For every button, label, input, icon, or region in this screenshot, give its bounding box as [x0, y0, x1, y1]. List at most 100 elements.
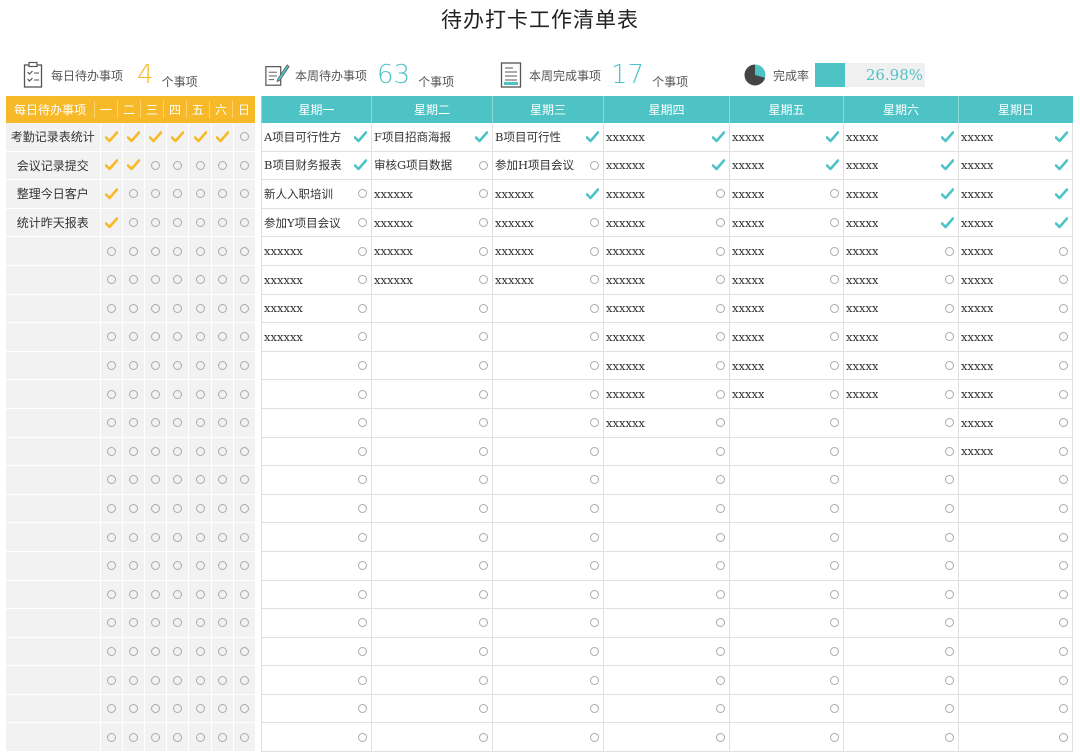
weekly-check-empty-icon[interactable]	[590, 446, 599, 456]
daily-check-empty-icon[interactable]	[232, 694, 256, 723]
weekly-task-cell[interactable]: xxxxx	[843, 151, 958, 180]
daily-check-empty-icon[interactable]	[232, 408, 256, 437]
weekly-task-cell[interactable]: xxxxx	[843, 208, 958, 237]
weekly-check-empty-icon[interactable]	[945, 589, 954, 599]
weekly-check-empty-icon[interactable]	[1059, 332, 1068, 342]
weekly-check-empty-icon[interactable]	[716, 504, 725, 514]
daily-check-empty-icon[interactable]	[188, 208, 211, 237]
weekly-task-cell[interactable]: xxxxxx	[371, 237, 492, 265]
daily-check-empty-icon[interactable]	[121, 723, 144, 752]
daily-check-empty-icon[interactable]	[166, 494, 189, 523]
weekly-check-empty-icon[interactable]	[590, 561, 599, 571]
weekly-task-cell[interactable]	[729, 580, 843, 609]
weekly-task-cell[interactable]: xxxxxx	[261, 323, 371, 351]
weekly-check-empty-icon[interactable]	[358, 246, 367, 256]
weekly-task-cell[interactable]	[371, 380, 492, 408]
daily-check-empty-icon[interactable]	[210, 151, 233, 180]
weekly-check-empty-icon[interactable]	[358, 332, 367, 342]
daily-check-empty-icon[interactable]	[99, 637, 122, 666]
daily-check-done-icon[interactable]	[99, 123, 122, 151]
daily-check-empty-icon[interactable]	[99, 237, 122, 265]
weekly-check-empty-icon[interactable]	[945, 446, 954, 456]
weekly-check-empty-icon[interactable]	[590, 504, 599, 514]
daily-check-empty-icon[interactable]	[99, 351, 122, 380]
weekly-task-cell[interactable]: xxxxxx	[603, 237, 729, 265]
daily-check-empty-icon[interactable]	[143, 466, 167, 494]
weekly-check-empty-icon[interactable]	[358, 446, 367, 456]
daily-check-empty-icon[interactable]	[166, 637, 189, 666]
weekly-task-cell[interactable]	[958, 637, 1073, 666]
daily-check-empty-icon[interactable]	[121, 580, 144, 609]
weekly-task-cell[interactable]	[958, 580, 1073, 609]
weekly-task-cell[interactable]: 审核G项目数据	[371, 151, 492, 180]
weekly-check-empty-icon[interactable]	[479, 704, 488, 714]
weekly-task-cell[interactable]: xxxxx	[843, 380, 958, 408]
weekly-check-done-icon[interactable]	[941, 159, 954, 171]
weekly-task-cell[interactable]: xxxxxx	[492, 208, 603, 237]
weekly-task-cell[interactable]: xxxxxx	[603, 351, 729, 380]
daily-check-empty-icon[interactable]	[121, 323, 144, 351]
weekly-check-empty-icon[interactable]	[358, 704, 367, 714]
weekly-task-cell[interactable]	[492, 666, 603, 694]
daily-check-empty-icon[interactable]	[232, 523, 256, 551]
weekly-check-empty-icon[interactable]	[590, 589, 599, 599]
daily-check-done-icon[interactable]	[99, 180, 122, 208]
weekly-task-cell[interactable]	[729, 694, 843, 723]
daily-check-empty-icon[interactable]	[143, 180, 167, 208]
weekly-check-empty-icon[interactable]	[830, 275, 839, 285]
daily-task-label[interactable]	[6, 580, 100, 609]
weekly-check-empty-icon[interactable]	[945, 418, 954, 428]
weekly-check-empty-icon[interactable]	[1059, 704, 1068, 714]
daily-check-empty-icon[interactable]	[232, 380, 256, 408]
weekly-task-cell[interactable]	[843, 580, 958, 609]
weekly-check-empty-icon[interactable]	[358, 275, 367, 285]
weekly-check-empty-icon[interactable]	[716, 361, 725, 371]
weekly-task-cell[interactable]	[371, 494, 492, 523]
weekly-task-cell[interactable]: xxxxxx	[603, 123, 729, 151]
weekly-check-empty-icon[interactable]	[590, 704, 599, 714]
weekly-check-empty-icon[interactable]	[716, 618, 725, 628]
weekly-task-cell[interactable]: xxxxx	[958, 151, 1073, 180]
daily-check-empty-icon[interactable]	[143, 437, 167, 466]
weekly-task-cell[interactable]: xxxxxx	[371, 265, 492, 294]
weekly-task-cell[interactable]	[492, 694, 603, 723]
weekly-check-empty-icon[interactable]	[479, 589, 488, 599]
weekly-check-empty-icon[interactable]	[830, 532, 839, 542]
daily-check-empty-icon[interactable]	[99, 265, 122, 294]
daily-task-label[interactable]	[6, 637, 100, 666]
daily-check-empty-icon[interactable]	[121, 265, 144, 294]
weekly-task-cell[interactable]	[603, 694, 729, 723]
weekly-check-empty-icon[interactable]	[479, 361, 488, 371]
weekly-task-cell[interactable]	[371, 466, 492, 494]
daily-check-empty-icon[interactable]	[143, 494, 167, 523]
weekly-check-empty-icon[interactable]	[1059, 275, 1068, 285]
weekly-check-empty-icon[interactable]	[479, 618, 488, 628]
weekly-check-empty-icon[interactable]	[716, 303, 725, 313]
weekly-check-empty-icon[interactable]	[590, 332, 599, 342]
weekly-check-empty-icon[interactable]	[479, 646, 488, 656]
daily-check-empty-icon[interactable]	[210, 408, 233, 437]
daily-check-empty-icon[interactable]	[232, 180, 256, 208]
daily-check-empty-icon[interactable]	[143, 580, 167, 609]
weekly-task-cell[interactable]: xxxxx	[958, 380, 1073, 408]
weekly-check-empty-icon[interactable]	[945, 504, 954, 514]
daily-task-label[interactable]	[6, 237, 100, 265]
daily-task-label[interactable]	[6, 723, 100, 752]
weekly-check-empty-icon[interactable]	[716, 732, 725, 742]
weekly-check-empty-icon[interactable]	[479, 218, 488, 228]
weekly-task-cell[interactable]	[261, 580, 371, 609]
weekly-check-empty-icon[interactable]	[479, 446, 488, 456]
weekly-task-cell[interactable]	[371, 637, 492, 666]
daily-task-label[interactable]	[6, 466, 100, 494]
weekly-task-cell[interactable]: xxxxx	[729, 265, 843, 294]
daily-check-empty-icon[interactable]	[188, 466, 211, 494]
weekly-check-empty-icon[interactable]	[945, 532, 954, 542]
weekly-task-cell[interactable]	[371, 694, 492, 723]
daily-check-empty-icon[interactable]	[210, 380, 233, 408]
weekly-task-cell[interactable]	[371, 551, 492, 580]
daily-check-empty-icon[interactable]	[210, 609, 233, 637]
daily-check-empty-icon[interactable]	[99, 551, 122, 580]
daily-check-empty-icon[interactable]	[121, 523, 144, 551]
weekly-task-cell[interactable]: xxxxx	[958, 323, 1073, 351]
daily-check-done-icon[interactable]	[99, 151, 122, 180]
